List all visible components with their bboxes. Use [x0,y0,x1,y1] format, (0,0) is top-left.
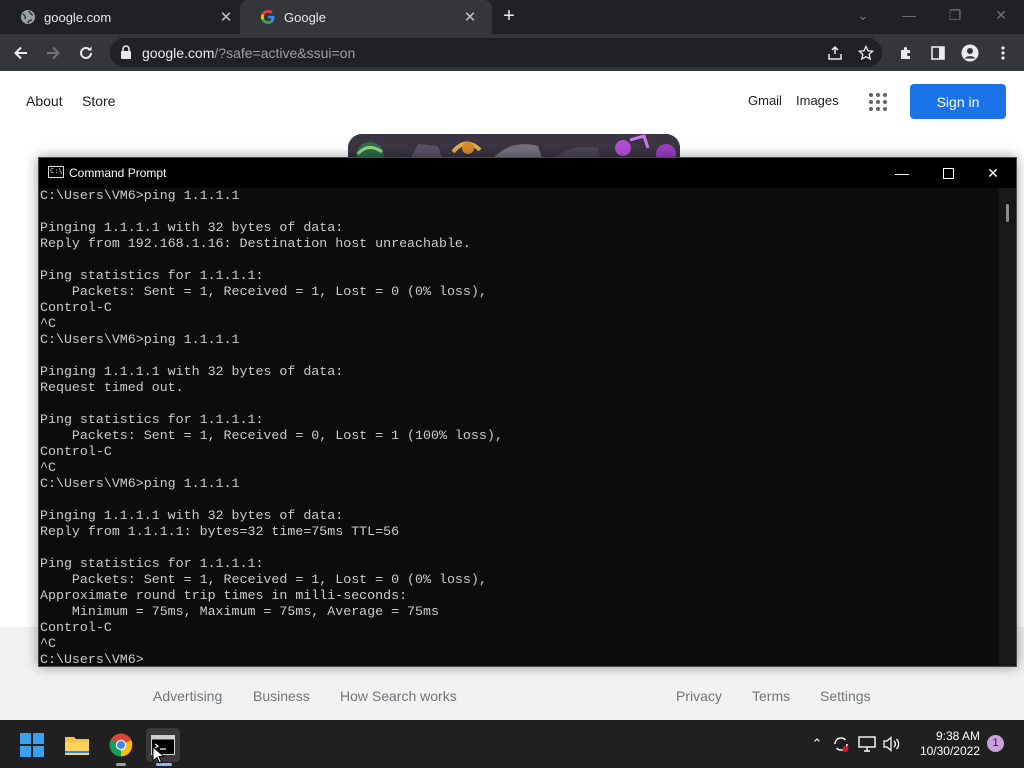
browser-toolbar: google.com/?safe=active&ssui=on [0,34,1024,71]
tab-google[interactable]: Google ✕ [240,0,492,34]
tab-title: Google [284,9,326,25]
settings-link[interactable]: Settings [820,688,871,704]
console-line: Reply from 1.1.1.1: bytes=32 time=75ms T… [40,524,400,539]
console-line: ^C [40,636,56,651]
share-icon[interactable] [822,40,848,66]
google-favicon-icon [260,9,276,25]
volume-icon[interactable] [882,734,902,754]
console-line: C:\Users\VM6>ping 1.1.1.1 [40,188,240,203]
command-prompt-window[interactable]: C:\ Command Prompt — ✕ C:\Users\VM6>ping… [38,157,1017,667]
privacy-link[interactable]: Privacy [676,688,722,704]
console-line: Control-C [40,620,112,635]
images-link[interactable]: Images [796,93,839,108]
clock-date: 10/30/2022 [919,744,980,758]
console-line: Packets: Sent = 1, Received = 1, Lost = … [40,284,487,299]
console-line: Minimum = 75ms, Maximum = 75ms, Average … [40,604,439,619]
more-menu-icon[interactable] [990,40,1016,66]
side-panel-icon[interactable] [925,40,951,66]
advertising-link[interactable]: Advertising [153,688,222,704]
cmd-close-icon[interactable]: ✕ [970,158,1016,188]
restore-icon[interactable]: ❐ [932,0,978,30]
browser-tab-strip: google.com ✕ Google ✕ + ⌄ — ❐ ✕ [0,0,1024,34]
close-window-icon[interactable]: ✕ [978,0,1024,30]
console-line: Request timed out. [40,380,184,395]
lock-icon [120,45,132,64]
console-line: Packets: Sent = 1, Received = 0, Lost = … [40,428,503,443]
chrome-icon[interactable] [104,728,138,762]
console-line: Ping statistics for 1.1.1.1: [40,556,264,571]
new-tab-icon[interactable]: + [498,6,520,27]
address-bar[interactable]: google.com/?safe=active&ssui=on [110,38,882,67]
profile-icon[interactable] [957,40,983,66]
globe-icon [20,9,36,25]
url-host: google.com [142,45,215,61]
scrollbar-thumb[interactable] [1006,204,1009,222]
tab-title: google.com [44,9,112,25]
business-link[interactable]: Business [253,688,310,704]
bookmark-star-icon[interactable] [853,40,879,66]
console-line: Pinging 1.1.1.1 with 32 bytes of data: [40,220,344,235]
show-hidden-icons-icon[interactable]: ⌃ [807,734,827,754]
url-text: google.com/?safe=active&ssui=on [142,45,355,61]
sync-icon[interactable] [831,734,851,754]
console-line: Pinging 1.1.1.1 with 32 bytes of data: [40,508,344,523]
google-apps-icon[interactable] [868,92,888,112]
how-search-works-link[interactable]: How Search works [340,688,457,704]
clock-time: 9:38 AM [935,729,980,743]
console-line: Control-C [40,444,112,459]
console-line: Reply from 192.168.1.16: Destination hos… [40,236,471,251]
mouse-cursor-icon [152,745,166,768]
tab-search-icon[interactable]: ⌄ [840,0,886,30]
about-link[interactable]: About [26,93,63,109]
console-line: C:\Users\VM6>ping 1.1.1.1 [40,476,240,491]
console-line: ^C [40,460,56,475]
file-explorer-icon[interactable] [60,728,94,762]
chrome-running-indicator [116,763,126,766]
windows-taskbar: ⌃ 9:38 AM 10/30/2022 1 [0,720,1024,768]
console-line: Ping statistics for 1.1.1.1: [40,412,264,427]
cmd-app-icon: C:\ [48,166,64,178]
close-tab-icon[interactable]: ✕ [216,7,236,27]
minimize-icon[interactable]: — [886,0,932,30]
console-line: ^C [40,316,56,331]
cmd-minimize-icon[interactable]: — [879,158,925,188]
console-line: C:\Users\VM6>ping 1.1.1.1 [40,332,240,347]
gmail-link[interactable]: Gmail [748,93,782,108]
reload-icon[interactable] [73,40,99,66]
terms-link[interactable]: Terms [752,688,790,704]
cmd-maximize-icon[interactable] [925,158,971,188]
forward-arrow-icon[interactable] [40,40,66,66]
back-arrow-icon[interactable] [8,40,34,66]
console-line: Packets: Sent = 1, Received = 1, Lost = … [40,572,487,587]
tab-google-com[interactable]: google.com ✕ [0,0,248,34]
console-line: Pinging 1.1.1.1 with 32 bytes of data: [40,364,344,379]
console-scrollbar[interactable] [999,188,1016,666]
console-line: Ping statistics for 1.1.1.1: [40,268,264,283]
network-icon[interactable] [857,734,877,754]
taskbar-clock[interactable]: 9:38 AM 10/30/2022 [914,729,980,759]
start-icon[interactable] [15,728,49,762]
console-line: Control-C [40,300,112,315]
notification-badge[interactable]: 1 [987,735,1004,752]
cmd-title-bar[interactable]: C:\ Command Prompt — ✕ [39,158,1016,188]
cmd-title: Command Prompt [69,166,167,180]
url-path: /?safe=active&ssui=on [214,45,356,61]
console-line: C:\Users\VM6> [40,652,144,666]
console-line: Approximate round trip times in milli-se… [40,588,408,603]
close-tab-icon[interactable]: ✕ [460,7,480,27]
console-output[interactable]: C:\Users\VM6>ping 1.1.1.1 Pinging 1.1.1.1… [39,188,999,666]
store-link[interactable]: Store [82,93,115,109]
extensions-icon[interactable] [893,40,919,66]
sign-in-button[interactable]: Sign in [910,84,1006,119]
